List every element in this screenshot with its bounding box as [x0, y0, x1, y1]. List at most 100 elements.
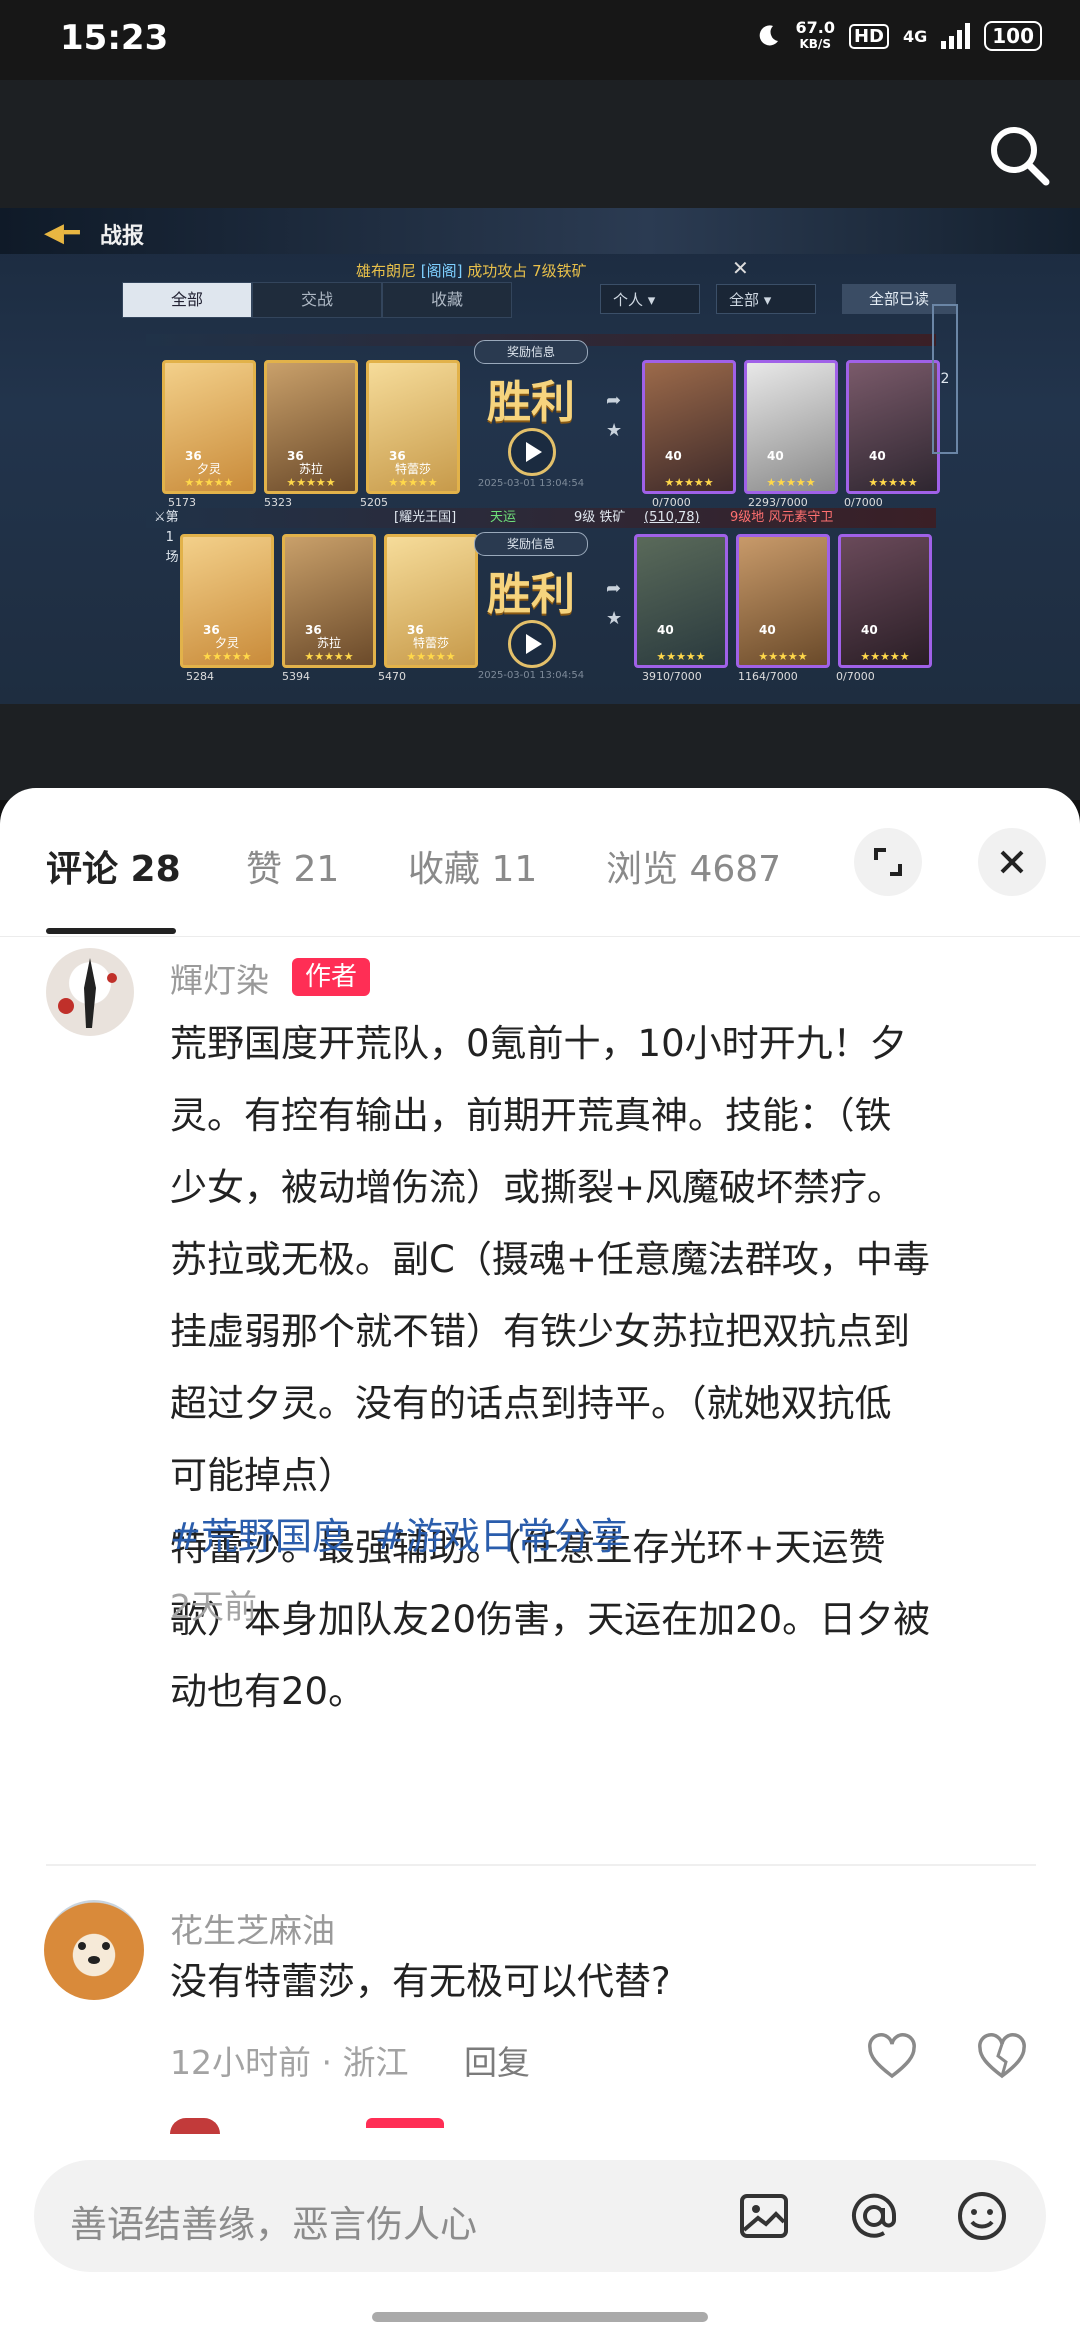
hero-stars: ★★★★★	[304, 650, 354, 663]
share-star-icons: ➦ ★	[606, 578, 623, 629]
network-type: 4G	[902, 26, 928, 46]
comment-text: 荒野国度开荒队，0氪前十，10小时开九！夕 灵。有控有输出，前期开荒真神。技能：…	[170, 1022, 931, 1713]
enemy-stars: ★★★★★	[860, 650, 910, 663]
home-indicator[interactable]	[372, 2312, 708, 2322]
expand-icon	[874, 848, 902, 876]
reply-button[interactable]: 回复	[464, 2036, 530, 2084]
battle-date: 2025-03-01 13:04:54	[477, 478, 585, 489]
close-icon	[1000, 850, 1024, 874]
avatar-image	[58, 958, 117, 1028]
heart-icon[interactable]	[866, 2032, 918, 2084]
comment-hashtags: #荒野国度 #游戏日常分享	[170, 1506, 642, 1560]
round-kingdom: [耀光王国]	[394, 510, 457, 525]
signal-icon	[941, 23, 971, 49]
filter-all-label: 全部	[729, 291, 760, 309]
hero-name: 特蕾莎	[394, 462, 431, 476]
victory-label: 胜利	[487, 377, 575, 428]
battle-date: 2025-03-01 13:04:54	[477, 670, 585, 681]
notice-prefix: 雄布朗尼	[356, 262, 417, 280]
enemy-stars: ★★★★★	[766, 476, 816, 489]
tab-likes[interactable]: 赞 21	[246, 840, 339, 892]
network-speed-unit: KB/S	[799, 37, 831, 51]
victory-panel: 奖励信息 胜利 2025-03-01 13:04:54	[468, 532, 594, 682]
reward-info-tag: 奖励信息	[474, 340, 588, 364]
enemy-level: 40	[657, 623, 674, 637]
enemy-card: 40 ★★★★★	[736, 534, 830, 668]
reward-info-tag: 奖励信息	[474, 532, 588, 556]
comment-input[interactable]: 善语结善缘，恶言伤人心	[34, 2160, 1046, 2272]
comment-username[interactable]: 花生芝麻油	[170, 1904, 335, 1952]
enemy-stars: ★★★★★	[758, 650, 808, 663]
image-icon[interactable]	[734, 2186, 794, 2246]
hero-card: 36 夕灵 ★★★★★	[180, 534, 274, 668]
filter-person-label: 个人	[613, 291, 644, 309]
hero-name: 苏拉	[298, 462, 323, 476]
battle-round-header: ⚔ 第1场 [耀光王国] 天运 9级 铁矿 (510,78) 9级地 风元素守卫	[146, 508, 936, 565]
battle-tab-all: 全部	[122, 282, 252, 318]
battle-round: 36 夕灵 ★★★★★ 36 苏拉 ★★★★★ 36 特蕾莎 ★★★★★ 517…	[146, 334, 940, 510]
search-icon[interactable]	[984, 120, 1054, 190]
enemy-cards: 40 ★★★★★ 40 ★★★★★ 40 ★★★★★	[642, 360, 940, 494]
battle-tab-favorites: 收藏	[382, 282, 512, 318]
tab-comments[interactable]: 评论 28	[46, 840, 181, 892]
enemy-hp: 1164/7000	[738, 670, 798, 683]
media-viewer[interactable]: ◀━ 战报 雄布朗尼 [阁阁] 成功攻占 7级铁矿 ✕ 全部 交战 收藏 个人 …	[0, 80, 1080, 800]
tab-favorites[interactable]: 收藏 11	[408, 840, 537, 892]
enemy-hp: 3910/7000	[642, 670, 702, 683]
panel-tabs: 评论 28 赞 21 收藏 11 浏览 4687	[0, 788, 1080, 937]
hero-hp: 5284	[186, 670, 214, 683]
enemy-level: 40	[861, 623, 878, 637]
avatar[interactable]	[46, 948, 134, 1036]
enemy-cards: 40 ★★★★★ 40 ★★★★★ 40 ★★★★★	[634, 534, 932, 668]
hero-stars: ★★★★★	[184, 476, 234, 489]
avatar[interactable]	[44, 1900, 144, 2000]
filter-person-select: 个人 ▾	[600, 284, 700, 314]
enemy-level: 40	[869, 449, 886, 463]
enemy-level: 40	[759, 623, 776, 637]
broken-heart-icon[interactable]	[976, 2032, 1028, 2084]
page-scroll-indicator: 2	[932, 304, 958, 454]
hero-name: 特蕾莎	[412, 636, 449, 650]
hero-name: 苏拉	[316, 636, 341, 650]
expand-button[interactable]	[854, 828, 922, 896]
enemy-card: 40 ★★★★★	[838, 534, 932, 668]
comment-text: 没有特蕾莎，有无极可以代替?	[170, 1960, 671, 2003]
tab-views[interactable]: 浏览 4687	[606, 840, 781, 892]
comment-time: 2天前	[170, 1587, 257, 1626]
status-icons: 67.0 KB/S HD 4G 100	[755, 20, 1042, 52]
hashtag-link[interactable]: #荒野国度	[170, 1515, 349, 1558]
hero-stars: ★★★★★	[406, 650, 456, 663]
network-speed: 67.0 KB/S	[795, 20, 834, 52]
hero-stars: ★★★★★	[286, 476, 336, 489]
hero-hp: 5394	[282, 670, 310, 683]
enemy-level: 40	[767, 449, 784, 463]
corgi-avatar-image	[78, 1942, 110, 1964]
comment-divider	[46, 1864, 1036, 1866]
moon-icon	[760, 25, 779, 46]
enemy-card: 40 ★★★★★	[846, 360, 940, 494]
battle-report-title: 战报	[100, 224, 145, 249]
hashtag-link[interactable]: #游戏日常分享	[375, 1515, 628, 1558]
enemy-level: 40	[665, 449, 682, 463]
hero-stars: ★★★★★	[388, 476, 438, 489]
network-speed-value: 67.0	[795, 18, 835, 37]
hero-name: 夕灵	[214, 636, 239, 650]
emoji-icon[interactable]	[952, 2186, 1012, 2246]
round-target: 9级 铁矿	[574, 510, 626, 525]
mention-icon[interactable]	[844, 2186, 904, 2246]
status-bar: 15:23 67.0 KB/S HD 4G 100	[0, 0, 1080, 80]
battle-tabs: 全部 交战 收藏	[122, 282, 512, 318]
game-battle-report-screenshot: ◀━ 战报 雄布朗尼 [阁阁] 成功攻占 7级铁矿 ✕ 全部 交战 收藏 个人 …	[0, 208, 1080, 704]
notice-message: 雄布朗尼 [阁阁] 成功攻占 7级铁矿	[356, 260, 587, 281]
share-star-icons: ➦ ★	[606, 390, 623, 441]
enemy-card: 40 ★★★★★	[744, 360, 838, 494]
close-button[interactable]	[978, 828, 1046, 896]
enemy-hp: 0/7000	[836, 670, 875, 683]
battle-tab-combat: 交战	[252, 282, 382, 318]
avatar[interactable]	[170, 2118, 220, 2134]
comment-username[interactable]: 輝灯染	[170, 954, 269, 1002]
author-badge: 作者	[292, 958, 370, 996]
hero-card: 36 苏拉 ★★★★★	[282, 534, 376, 668]
hero-card: 36 夕灵 ★★★★★	[162, 360, 256, 494]
victory-panel: 奖励信息 胜利 2025-03-01 13:04:54	[468, 340, 594, 490]
